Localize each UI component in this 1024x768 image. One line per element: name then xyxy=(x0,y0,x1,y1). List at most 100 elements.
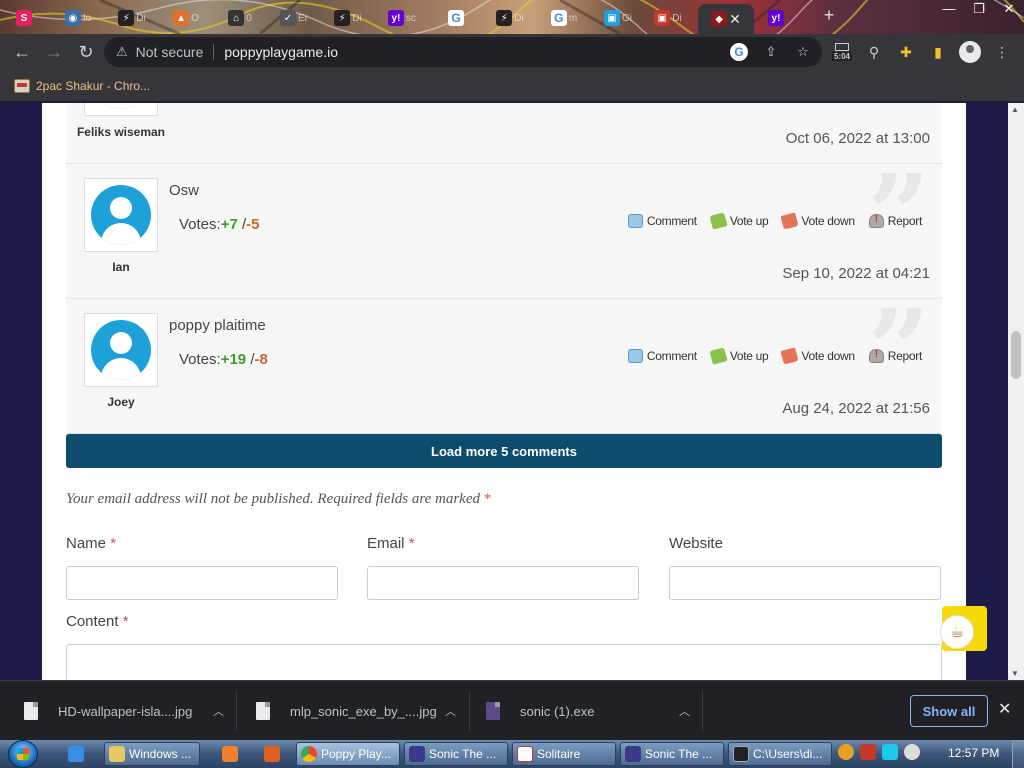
media-player-icon xyxy=(222,746,238,762)
taskbar-item[interactable]: C:\Users\di... xyxy=(728,742,832,766)
taskbar-pinned-media[interactable] xyxy=(218,742,242,766)
chevron-up-icon[interactable]: ︿ xyxy=(445,703,456,719)
close-download-shelf-icon[interactable]: ✕ xyxy=(998,699,1011,719)
content-textarea[interactable] xyxy=(66,644,942,680)
chevron-up-icon[interactable]: ︿ xyxy=(679,703,690,719)
start-button[interactable] xyxy=(8,740,38,768)
tab-title: Er xyxy=(298,12,308,24)
report-button[interactable]: Report xyxy=(868,214,922,228)
taskbar-item-label: Solitaire xyxy=(537,747,581,761)
report-button[interactable]: Report xyxy=(868,349,922,363)
profile-button[interactable] xyxy=(958,38,982,66)
download-item[interactable]: mlp_sonic_exe_by_....jpg ︿ xyxy=(256,693,456,729)
tray-volume-icon[interactable] xyxy=(904,744,920,760)
comment-button[interactable]: Comment xyxy=(627,349,697,363)
tray-search-icon[interactable] xyxy=(838,744,854,760)
name-label: Name * xyxy=(66,535,116,552)
file-exe-icon xyxy=(486,702,500,720)
back-button[interactable]: ← xyxy=(6,36,38,68)
clock-extension[interactable]: 5:04 xyxy=(830,38,854,66)
browser-tab[interactable]: ⚡ Di xyxy=(490,4,530,32)
side-panel-icon[interactable]: ▮ xyxy=(926,38,950,66)
share-icon[interactable]: ⇪ xyxy=(762,43,780,61)
browser-tab[interactable]: y! xyxy=(756,4,796,32)
votes-down-count: -8 xyxy=(254,351,268,368)
download-item[interactable]: sonic (1).exe ︿ xyxy=(486,693,690,729)
website-field[interactable] xyxy=(669,566,941,600)
scrollbar-thumb[interactable] xyxy=(1011,331,1021,379)
tray-monitor-icon[interactable] xyxy=(882,744,898,760)
comment-date: Sep 10, 2022 at 04:21 xyxy=(782,265,930,282)
email-field[interactable] xyxy=(367,566,639,600)
browser-tab[interactable]: S xyxy=(4,4,44,32)
comment-date: Aug 24, 2022 at 21:56 xyxy=(782,400,930,417)
browser-tab[interactable]: ⌂ 0 xyxy=(220,4,260,32)
vote-down-label: Vote down xyxy=(801,214,855,228)
tab-title: Di xyxy=(672,12,682,24)
close-tab-icon[interactable]: ✕ xyxy=(729,11,741,28)
security-label[interactable]: Not secure xyxy=(136,44,204,60)
browser-tab[interactable]: y! sc xyxy=(382,4,422,32)
name-field[interactable] xyxy=(66,566,338,600)
taskbar-item[interactable]: Poppy Play... xyxy=(296,742,400,766)
vote-down-button[interactable]: Vote down xyxy=(780,212,855,230)
download-item[interactable]: HD-wallpaper-isla....jpg ︿ xyxy=(24,693,224,729)
browser-tab[interactable]: ⚡ Di xyxy=(112,4,152,32)
comment-button[interactable]: Comment xyxy=(627,214,697,228)
download-shelf: HD-wallpaper-isla....jpg ︿ mlp_sonic_exe… xyxy=(0,680,1024,740)
7zip-icon xyxy=(733,746,749,762)
forward-button[interactable]: → xyxy=(38,36,70,68)
scroll-up-icon[interactable]: ▲ xyxy=(1011,105,1019,114)
comment-author: Joey xyxy=(107,395,135,409)
scroll-down-icon[interactable]: ▼ xyxy=(1011,669,1019,678)
chevron-up-icon[interactable]: ︿ xyxy=(213,703,224,719)
address-bar[interactable]: ⚠ Not secure poppyplaygame.io G ⇪ ☆ xyxy=(104,37,822,67)
required-mark: * xyxy=(483,491,492,507)
browser-tab[interactable]: ▲ O xyxy=(166,4,206,32)
bookmark-label: 2pac Shakur - Chro... xyxy=(36,78,151,93)
comment-icon xyxy=(627,349,643,363)
taskbar-item[interactable]: Windows ... xyxy=(104,742,200,766)
puzzle-icon[interactable]: ✚ xyxy=(894,38,918,66)
menu-kebab-icon[interactable]: ⋮ xyxy=(990,38,1014,66)
minimize-button[interactable]: — xyxy=(934,0,964,20)
form-notice: Your email address will not be published… xyxy=(66,491,491,508)
load-more-button[interactable]: Load more 5 comments xyxy=(66,434,942,468)
browser-tab[interactable]: ▣ Gi xyxy=(598,4,638,32)
bookmark-item[interactable]: 2pac Shakur - Chro... xyxy=(14,78,151,93)
search-extension-icon[interactable]: ⚲ xyxy=(862,38,886,66)
page-content: Feliks wiseman Oct 06, 2022 at 13:00 ” I… xyxy=(42,103,966,680)
warning-icon[interactable]: ⚠ xyxy=(116,44,128,60)
taskbar-pinned-app[interactable] xyxy=(260,742,284,766)
vote-up-button[interactable]: Vote up xyxy=(709,212,769,230)
url-text[interactable]: poppyplaygame.io xyxy=(224,44,338,60)
browser-tab[interactable]: G m xyxy=(544,4,584,32)
tab-title: Io xyxy=(82,12,92,24)
show-all-downloads-button[interactable]: Show all xyxy=(910,695,988,727)
maximize-button[interactable]: ❐ xyxy=(964,0,994,20)
new-tab-button[interactable]: + xyxy=(820,6,838,25)
browser-tab[interactable]: ◉ Io xyxy=(58,4,98,32)
taskbar-item[interactable]: Sonic The ... xyxy=(620,742,724,766)
browser-tab[interactable]: ⚡ Di xyxy=(328,4,368,32)
page-scrollbar[interactable]: ▲ ▼ xyxy=(1008,103,1024,680)
taskbar-pinned-ie[interactable] xyxy=(64,742,98,766)
browser-tab[interactable]: ▣ Di xyxy=(648,4,688,32)
vote-up-button[interactable]: Vote up xyxy=(709,347,769,365)
vote-down-button[interactable]: Vote down xyxy=(780,347,855,365)
taskbar-item-label: Windows ... xyxy=(129,747,192,761)
reload-button[interactable]: ↻ xyxy=(70,36,102,68)
taskbar-item[interactable]: Solitaire xyxy=(512,742,616,766)
show-desktop-button[interactable] xyxy=(1012,740,1024,768)
floating-chat-button[interactable]: ☕ xyxy=(940,606,987,651)
close-window-button[interactable]: ✕ xyxy=(994,0,1024,20)
browser-tab[interactable]: ✓ Er xyxy=(274,4,314,32)
google-lens-icon[interactable]: G xyxy=(730,43,748,61)
vote-up-label: Vote up xyxy=(729,214,769,228)
taskbar-clock[interactable]: 12:57 PM xyxy=(948,746,999,760)
taskbar-item[interactable]: Sonic The ... xyxy=(404,742,508,766)
browser-tab[interactable]: G xyxy=(436,4,476,32)
tray-flag-icon[interactable] xyxy=(860,744,876,760)
browser-tab-active[interactable]: ◆ ✕ xyxy=(698,4,754,34)
bookmark-star-icon[interactable]: ☆ xyxy=(794,43,812,61)
